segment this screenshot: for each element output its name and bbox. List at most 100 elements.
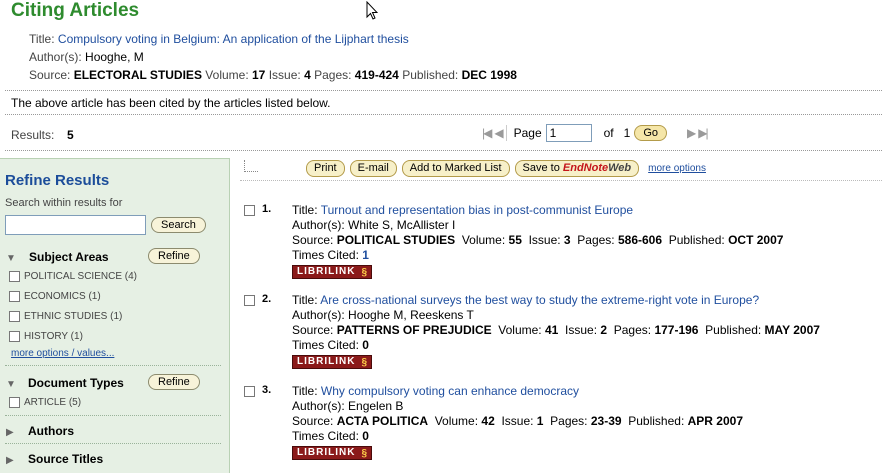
librilink-button[interactable]: LIBRILINK § xyxy=(292,265,372,279)
source-label: Source: xyxy=(292,233,334,247)
facet-checkbox[interactable] xyxy=(9,331,20,342)
source-value: ELECTORAL STUDIES xyxy=(73,68,202,82)
output-toolbar: Print E-mail Add to Marked List Save to … xyxy=(306,160,706,177)
subject-areas-heading[interactable]: Subject Areas xyxy=(29,250,109,264)
article-title-link[interactable]: Compulsory voting in Belgium: An applica… xyxy=(58,32,409,46)
facet-checkbox[interactable] xyxy=(9,397,20,408)
pages-label: Pages: xyxy=(550,414,588,428)
refine-results-title: Refine Results xyxy=(5,172,110,189)
sidebar-divider xyxy=(5,365,221,366)
times-cited-value: 0 xyxy=(362,429,369,443)
previous-page-icon[interactable]: ◀ xyxy=(494,126,503,140)
more-options-link[interactable]: more options xyxy=(648,163,706,174)
last-page-icon[interactable]: ▶| xyxy=(698,126,708,140)
mouse-cursor-icon xyxy=(366,1,378,20)
sidebar-divider xyxy=(5,415,221,416)
next-page-icon[interactable]: ▶ xyxy=(687,126,696,140)
pages-label: Pages: xyxy=(314,68,352,82)
record-title-link[interactable]: Are cross-national surveys the best way … xyxy=(320,293,759,307)
record-checkbox[interactable] xyxy=(244,295,255,306)
title-label: Title: xyxy=(292,384,318,398)
of-label: of xyxy=(603,126,614,140)
article-authors-row: Author(s): Hooghe, M xyxy=(29,50,144,64)
pager: |◀ ◀ Page of 1 Go ▶ ▶| xyxy=(482,124,709,142)
facet-checkbox[interactable] xyxy=(9,291,20,302)
add-to-marked-list-button[interactable]: Add to Marked List xyxy=(401,160,510,177)
record-checkbox[interactable] xyxy=(244,386,255,397)
facet-checkbox[interactable] xyxy=(9,271,20,282)
search-within-input[interactable] xyxy=(5,215,146,235)
librilink-swirl-icon: § xyxy=(361,448,368,459)
expand-triangle-down-icon[interactable]: ▼ xyxy=(6,379,16,390)
article-source-row: Source: ELECTORAL STUDIES Volume: 17 Iss… xyxy=(29,68,517,82)
expand-triangle-down-icon[interactable]: ▼ xyxy=(6,253,16,264)
endnote-web-label: Web xyxy=(608,162,632,174)
record-details: Title: Are cross-national surveys the be… xyxy=(292,293,820,369)
issue-label: Issue: xyxy=(501,414,534,428)
record-title-link[interactable]: Turnout and representation bias in post-… xyxy=(321,203,633,217)
record-title-link[interactable]: Why compulsory voting can enhance democr… xyxy=(321,384,579,398)
source-titles-heading[interactable]: Source Titles xyxy=(28,452,103,466)
times-cited-link[interactable]: 1 xyxy=(362,248,369,262)
authors-label: Author(s): xyxy=(29,50,82,64)
facet-item[interactable]: ETHNIC STUDIES (1) xyxy=(9,311,122,322)
source-label: Source: xyxy=(292,414,334,428)
results-count: 5 xyxy=(67,128,74,142)
title-label: Title: xyxy=(29,32,55,46)
more-options-values-link[interactable]: more options / values... xyxy=(11,348,114,359)
volume-value: 17 xyxy=(252,68,266,82)
pages-label: Pages: xyxy=(577,233,615,247)
total-pages: 1 xyxy=(623,126,631,140)
volume-label: Volume: xyxy=(205,68,249,82)
librilink-button[interactable]: LIBRILINK § xyxy=(292,355,372,369)
save-to-endnote-button[interactable]: Save to EndNoteWeb xyxy=(514,160,640,177)
volume-label: Volume: xyxy=(498,323,542,337)
librilink-swirl-icon: § xyxy=(361,267,368,278)
facet-checkbox[interactable] xyxy=(9,311,20,322)
pages-value: 419-424 xyxy=(354,68,399,82)
facet-item[interactable]: HISTORY (1) xyxy=(9,331,83,342)
record-issue: 1 xyxy=(536,414,544,428)
librilink-button[interactable]: LIBRILINK § xyxy=(292,446,372,460)
record-source: POLITICAL STUDIES xyxy=(336,233,456,247)
facet-item[interactable]: POLITICAL SCIENCE (4) xyxy=(9,271,137,282)
published-label: Published: xyxy=(628,414,685,428)
search-button[interactable]: Search xyxy=(151,217,206,233)
times-cited-label: Times Cited: xyxy=(292,248,359,262)
divider xyxy=(5,150,882,151)
source-label: Source: xyxy=(29,68,71,82)
facet-item[interactable]: ECONOMICS (1) xyxy=(9,291,101,302)
facet-label: HISTORY (1) xyxy=(24,331,83,342)
refine-subjects-button[interactable]: Refine xyxy=(148,248,200,264)
save-to-label: Save to xyxy=(522,162,560,174)
source-label: Source: xyxy=(292,323,334,337)
first-page-icon[interactable]: |◀ xyxy=(482,126,492,140)
go-button[interactable]: Go xyxy=(634,125,668,141)
authors-heading[interactable]: Authors xyxy=(28,424,74,438)
email-button[interactable]: E-mail xyxy=(349,160,397,177)
expand-triangle-right-icon[interactable]: ▶ xyxy=(6,427,14,438)
record-pages: 177-196 xyxy=(654,323,699,337)
select-all-arrow-icon xyxy=(244,160,258,172)
times-cited-label: Times Cited: xyxy=(292,338,359,352)
authors-value: Hooghe, M xyxy=(85,50,144,64)
issue-value: 4 xyxy=(304,68,311,82)
pager-separator xyxy=(505,125,510,141)
record-volume: 55 xyxy=(508,233,522,247)
record-source: PATTERNS OF PREJUDICE xyxy=(336,323,492,337)
record-volume: 41 xyxy=(544,323,559,337)
facet-item[interactable]: ARTICLE (5) xyxy=(9,397,81,408)
refine-doctypes-button[interactable]: Refine xyxy=(148,374,200,390)
facet-label: ETHNIC STUDIES (1) xyxy=(24,311,123,322)
record-pages: 586-606 xyxy=(617,233,663,247)
authors-label: Author(s): xyxy=(292,308,345,322)
facet-label: ECONOMICS (1) xyxy=(24,291,101,302)
record-checkbox[interactable] xyxy=(244,205,255,216)
record-published: OCT 2007 xyxy=(728,233,784,247)
document-types-heading[interactable]: Document Types xyxy=(28,376,124,390)
print-button[interactable]: Print xyxy=(306,160,345,177)
page-number-input[interactable] xyxy=(545,124,592,142)
times-cited-value: 0 xyxy=(362,338,369,352)
expand-triangle-right-icon[interactable]: ▶ xyxy=(6,455,14,466)
librilink-swirl-icon: § xyxy=(361,357,368,368)
